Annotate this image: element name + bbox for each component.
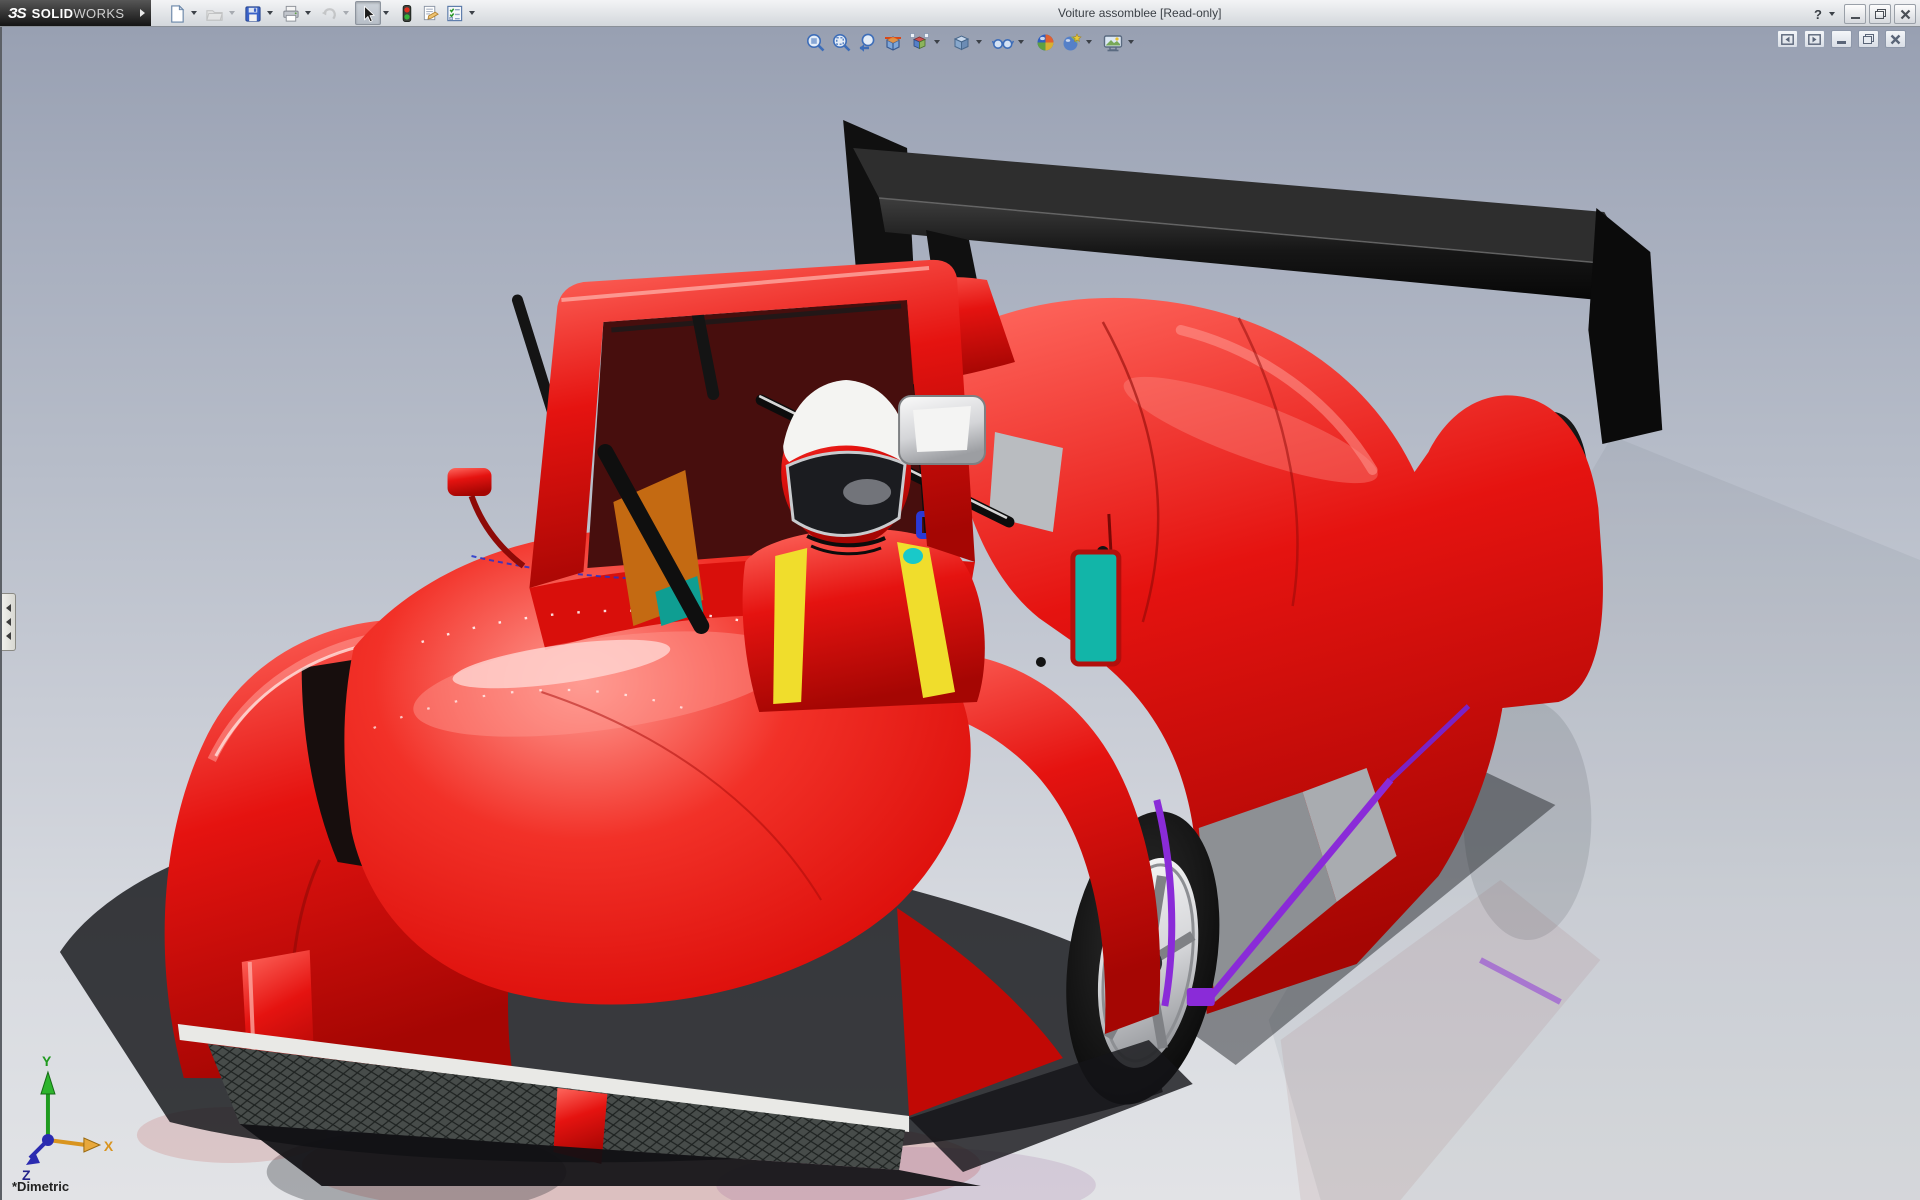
display-style-button[interactable] [948,30,974,54]
print-button[interactable] [279,2,303,24]
open-button[interactable] [203,2,227,24]
view-orientation-icon [909,32,930,53]
orientation-triad: Y X Z [22,1053,114,1183]
title-bar: ЗS SOLIDWORKS [0,0,1920,27]
previous-view-button[interactable] [854,30,880,54]
solidworks-logo: ЗS SOLIDWORKS [0,0,135,26]
options-dropdown[interactable] [467,2,477,24]
options-icon [445,4,464,23]
select-button[interactable] [355,1,381,25]
document-restore-button[interactable] [1858,30,1879,48]
view-orientation-label: *Dimetric [12,1179,69,1194]
section-view-button[interactable] [880,30,906,54]
hide-show-items-button[interactable] [990,30,1016,54]
show-left-pane-button[interactable] [1777,30,1798,48]
save-dropdown[interactable] [265,2,275,24]
apply-scene-button[interactable] [1032,30,1058,54]
window-title: Voiture assomblee [Read-only] [1058,0,1221,26]
options-button[interactable] [443,2,467,24]
minimize-button[interactable] [1844,4,1866,24]
close-icon [1900,9,1911,20]
select-dropdown[interactable] [381,2,391,24]
camera-views-button[interactable] [1100,30,1126,54]
solidworks-logo-glyph: ЗS [8,5,26,22]
new-document-dropdown[interactable] [189,2,199,24]
window-controls: ? [1812,3,1916,25]
rebuild-button[interactable] [395,2,419,24]
camera-views-icon [1102,32,1124,53]
new-document-icon [167,4,186,23]
open-dropdown[interactable] [227,2,237,24]
section-view-icon [883,32,904,53]
document-restore-icon [1863,34,1874,44]
heads-up-toolbar [802,29,1140,55]
zoom-to-area-button[interactable] [828,30,854,54]
flyout-arrow-icon [140,9,145,17]
minimize-icon [1851,17,1860,19]
file-properties-icon [421,4,440,23]
document-window-controls [1777,30,1906,48]
apply-scene-icon [1035,32,1056,53]
view-settings-dropdown[interactable] [1084,31,1094,53]
3d-model-scene[interactable]: Y X Z [2,26,1920,1200]
restore-button[interactable] [1869,4,1891,24]
document-close-button[interactable] [1885,30,1906,48]
print-icon [281,4,300,23]
display-style-icon [951,32,972,53]
view-settings-icon [1061,32,1082,53]
view-orientation-dropdown[interactable] [932,31,942,53]
triad-x-label: X [104,1138,114,1154]
rebuild-traffic-light-icon [397,4,416,23]
feature-panel-collapsed-tab[interactable] [2,593,16,651]
document-minimize-icon [1837,41,1846,44]
help-button[interactable]: ? [1812,7,1824,22]
help-dropdown[interactable] [1827,3,1837,25]
undo-button[interactable] [317,2,341,24]
show-right-pane-icon [1808,34,1821,45]
zoom-to-fit-button[interactable] [802,30,828,54]
rear-view-mirror [899,396,985,464]
restore-icon [1875,9,1886,19]
document-close-icon [1890,34,1901,45]
close-button[interactable] [1894,4,1916,24]
show-right-pane-button[interactable] [1804,30,1825,48]
hide-show-items-dropdown[interactable] [1016,31,1026,53]
new-document-button[interactable] [165,2,189,24]
view-settings-button[interactable] [1058,30,1084,54]
display-style-dropdown[interactable] [974,31,984,53]
hide-show-items-glasses-icon [992,32,1014,53]
save-icon [243,4,262,23]
zoom-to-fit-icon [805,32,826,53]
show-left-pane-icon [1781,34,1794,45]
solidworks-logo-text-light: WORKS [73,6,124,21]
select-cursor-icon [358,4,377,23]
zoom-to-area-icon [831,32,852,53]
solidworks-logo-text-bold: SOLID [32,6,74,21]
camera-views-dropdown[interactable] [1126,31,1136,53]
previous-view-icon [857,32,878,53]
undo-dropdown[interactable] [341,2,351,24]
collapse-arrow-icon [6,604,11,612]
main-toolbar [165,0,481,26]
collapse-arrow-icon [6,632,11,640]
graphics-viewport[interactable]: Y X Z [0,26,1920,1200]
open-folder-icon [205,4,224,23]
print-dropdown[interactable] [303,2,313,24]
collapse-arrow-icon [6,618,11,626]
document-minimize-button[interactable] [1831,30,1852,48]
menu-flyout-arrow[interactable] [135,0,151,26]
side-window-teal [1073,552,1119,664]
file-properties-button[interactable] [419,2,443,24]
triad-y-label: Y [42,1053,52,1069]
view-orientation-button[interactable] [906,30,932,54]
save-button[interactable] [241,2,265,24]
undo-icon [319,4,338,23]
